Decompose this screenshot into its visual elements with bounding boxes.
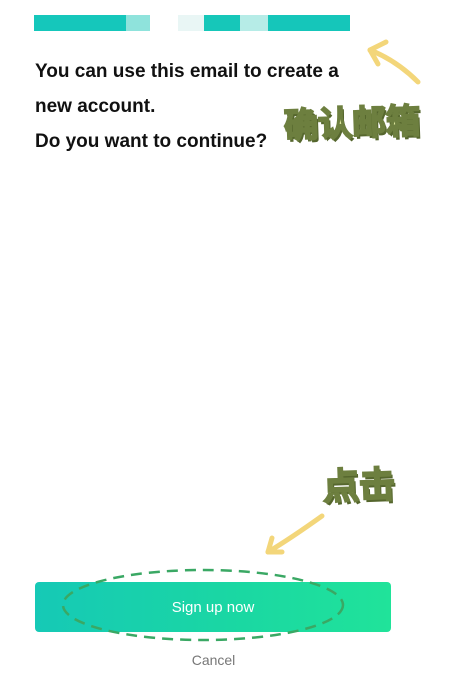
message-line-1: You can use this email to create a — [35, 61, 339, 82]
annotation-arrow-email-icon — [367, 39, 421, 85]
sign-up-button[interactable]: Sign up now — [35, 582, 391, 632]
redacted-email — [34, 15, 350, 31]
annotation-arrow-button-icon — [265, 513, 325, 555]
annotation-confirm-email: 确认邮箱 — [282, 101, 421, 148]
confirm-email-screen: You can use this email to create a new a… — [0, 0, 472, 673]
annotation-click: 点击 — [321, 464, 396, 509]
cancel-link[interactable]: Cancel — [0, 652, 427, 668]
